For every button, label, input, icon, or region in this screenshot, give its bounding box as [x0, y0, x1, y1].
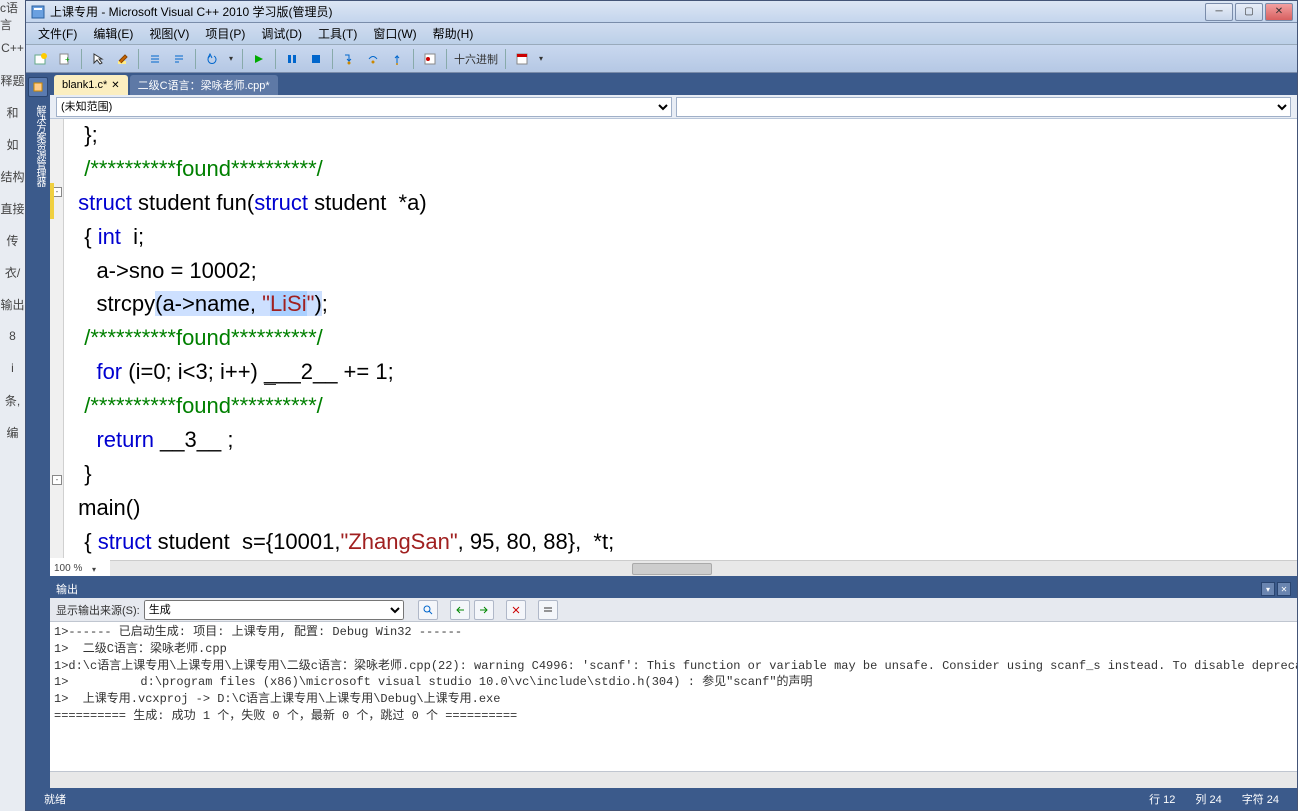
next-message-icon[interactable] — [474, 600, 494, 620]
find-message-icon[interactable] — [418, 600, 438, 620]
code-editor[interactable]: - - }; /**********found**********/ struc… — [50, 119, 1297, 576]
background-fragment: 条, — [0, 384, 25, 416]
background-fragment: 衣/ — [0, 256, 25, 288]
titlebar: 上课专用 - Microsoft Visual C++ 2010 学习版(管理员… — [26, 1, 1297, 23]
background-fragment: 输出 — [0, 288, 25, 320]
background-fragment: 传 — [0, 224, 25, 256]
output-text[interactable]: 1>------ 已启动生成: 项目: 上课专用, 配置: Debug Win3… — [50, 622, 1297, 772]
output-window-dropdown[interactable]: ▾ — [535, 48, 547, 70]
step-over-icon[interactable] — [362, 48, 384, 70]
scope-dropdown[interactable]: (未知范围) — [56, 97, 672, 117]
editor-horizontal-scrollbar[interactable] — [110, 560, 1297, 576]
background-app-strip: c语言C++释题和如结构直接 传衣/输出 8 i条,编 — [0, 0, 25, 811]
tab-label: 二级C语言：梁咏老师.cpp* — [138, 77, 270, 93]
background-fragment: 8 — [0, 320, 25, 352]
menu-item[interactable]: 调试(D) — [253, 23, 310, 44]
background-fragment: 如 — [0, 128, 25, 160]
document-tabs: blank1.c* ✕ 二级C语言：梁咏老师.cpp* — [50, 73, 1297, 95]
background-fragment: i — [0, 352, 25, 384]
modified-line-marker — [50, 183, 54, 219]
toggle-wrap-icon[interactable] — [538, 600, 558, 620]
document-tab[interactable]: 二级C语言：梁咏老师.cpp* — [130, 75, 278, 95]
menu-item[interactable]: 帮助(H) — [425, 23, 482, 44]
status-col: 列 24 — [1185, 791, 1231, 807]
tab-label: blank1.c* — [62, 79, 107, 91]
prev-message-icon[interactable] — [450, 600, 470, 620]
member-dropdown[interactable] — [676, 97, 1292, 117]
menu-bar: 文件(F)编辑(E)视图(V)项目(P)调试(D)工具(T)窗口(W)帮助(H) — [26, 23, 1297, 45]
menu-item[interactable]: 视图(V) — [141, 23, 197, 44]
status-char: 字符 24 — [1232, 791, 1289, 807]
background-fragment: 直接 — [0, 192, 25, 224]
background-fragment: 和 — [0, 96, 25, 128]
breakpoints-window-icon[interactable] — [419, 48, 441, 70]
menu-item[interactable]: 项目(P) — [197, 23, 253, 44]
app-icon — [30, 4, 46, 20]
minimize-button[interactable]: ─ — [1205, 3, 1233, 21]
clear-all-icon[interactable] — [506, 600, 526, 620]
run-button[interactable] — [248, 48, 270, 70]
step-into-icon[interactable] — [338, 48, 360, 70]
step-out-icon[interactable] — [386, 48, 408, 70]
window-title: 上课专用 - Microsoft Visual C++ 2010 学习版(管理员… — [50, 3, 1205, 20]
solution-explorer-label[interactable]: 解决方案资源管理器 — [29, 105, 47, 186]
menu-item[interactable]: 工具(T) — [310, 23, 365, 44]
output-source-label: 显示输出来源(S): — [56, 602, 140, 618]
body-area: 解决方案资源管理器 blank1.c* ✕ 二级C语言：梁咏老师.cpp* (未知范… — [26, 73, 1297, 788]
close-button[interactable]: ✕ — [1265, 3, 1293, 21]
background-fragment: C++ — [0, 32, 25, 64]
break-all-icon[interactable] — [281, 48, 303, 70]
status-ready: 就绪 — [34, 791, 76, 807]
output-toolbar: 显示输出来源(S): 生成 — [50, 598, 1297, 622]
navigation-bar: (未知范围) — [50, 95, 1297, 119]
vertical-toolstrip: 解决方案资源管理器 — [26, 73, 50, 788]
tab-close-icon[interactable]: ✕ — [111, 80, 119, 91]
menu-item[interactable]: 文件(F) — [30, 23, 85, 44]
status-bar: 就绪 行 12 列 24 字符 24 — [26, 788, 1297, 810]
add-item-icon[interactable]: + — [54, 48, 76, 70]
cursor-icon[interactable] — [87, 48, 109, 70]
status-line: 行 12 — [1139, 791, 1185, 807]
background-fragment: 编 — [0, 416, 25, 448]
hex-label: 十六进制 — [452, 51, 500, 67]
document-tab[interactable]: blank1.c* ✕ — [54, 75, 128, 95]
comment-icon[interactable] — [144, 48, 166, 70]
new-project-icon[interactable] — [30, 48, 52, 70]
undo-icon[interactable] — [201, 48, 223, 70]
output-horizontal-scrollbar[interactable] — [50, 772, 1297, 788]
editor-column: blank1.c* ✕ 二级C语言：梁咏老师.cpp* (未知范围) - - }; … — [50, 73, 1297, 788]
output-source-dropdown[interactable]: 生成 — [144, 600, 404, 620]
code-text[interactable]: }; /**********found**********/ struct st… — [68, 119, 1297, 558]
uncomment-icon[interactable] — [168, 48, 190, 70]
svg-text:+: + — [65, 55, 70, 64]
background-fragment: c语言 — [0, 0, 25, 32]
toolbar: + ▾ 十六进制 ▾ — [26, 45, 1297, 73]
main-window: 上课专用 - Microsoft Visual C++ 2010 学习版(管理员… — [25, 0, 1298, 811]
menu-item[interactable]: 窗口(W) — [365, 23, 424, 44]
fold-toggle[interactable]: - — [52, 475, 62, 485]
highlight-icon[interactable] — [111, 48, 133, 70]
maximize-button[interactable]: ▢ — [1235, 3, 1263, 21]
background-fragment: 结构 — [0, 160, 25, 192]
output-panel-header: 输出 ▾ ✕ — [50, 580, 1297, 598]
menu-item[interactable]: 编辑(E) — [85, 23, 141, 44]
panel-menu-button[interactable]: ▾ — [1261, 582, 1275, 596]
zoom-dropdown[interactable]: ▾ — [92, 565, 96, 574]
solution-explorer-icon[interactable] — [28, 77, 48, 97]
panel-close-button[interactable]: ✕ — [1277, 582, 1291, 596]
stop-icon[interactable] — [305, 48, 327, 70]
output-title: 输出 — [56, 581, 78, 597]
background-fragment: 释题 — [0, 64, 25, 96]
window-buttons: ─ ▢ ✕ — [1205, 3, 1293, 21]
undo-dropdown[interactable]: ▾ — [225, 48, 237, 70]
zoom-level: 100 % — [54, 563, 82, 574]
output-window-icon[interactable] — [511, 48, 533, 70]
